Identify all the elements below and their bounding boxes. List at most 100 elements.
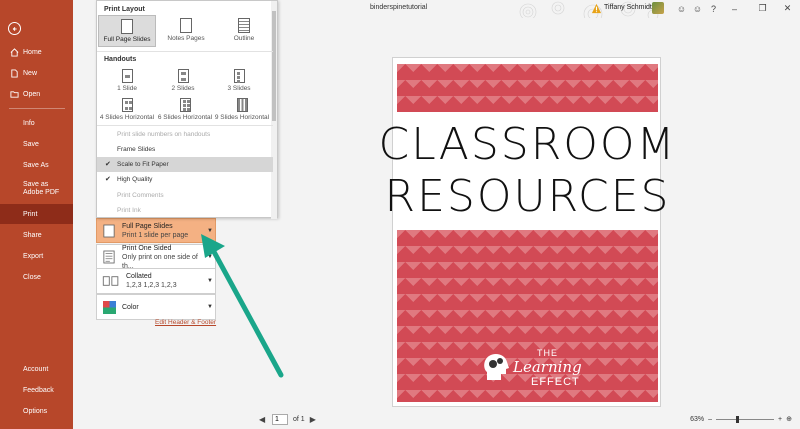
option-label: Print Ink bbox=[117, 207, 141, 214]
handout-option-6-slides-horizontal[interactable]: 6 Slides Horizontal bbox=[155, 98, 215, 121]
sidebar-item-save-as-adobe-pdf[interactable]: Save as Adobe PDF bbox=[0, 176, 73, 202]
sidebar-item-label: Save as Adobe PDF bbox=[23, 181, 60, 196]
document-title: binderspinetutorial bbox=[370, 4, 428, 11]
home-icon bbox=[9, 47, 19, 57]
previous-page-icon[interactable]: ◀ bbox=[259, 415, 267, 424]
checkmark-icon: ✔ bbox=[105, 176, 111, 183]
fit-to-window-icon[interactable]: ⊕ bbox=[786, 415, 792, 423]
sidebar-item-label: Info bbox=[23, 119, 35, 127]
sidebar-item-label: Home bbox=[23, 48, 42, 56]
sidebar-item-label: Feedback bbox=[23, 386, 54, 394]
sidebar-item-label: Open bbox=[23, 90, 41, 98]
sidebar-item-export[interactable]: Export bbox=[0, 246, 73, 266]
option-print-slide-numbers: Print slide numbers on handouts bbox=[97, 127, 273, 142]
handout-option-label: 4 Slides Horizontal bbox=[99, 114, 155, 121]
handout-3-slides-icon bbox=[233, 69, 245, 83]
folder-open-icon bbox=[9, 89, 19, 99]
handout-option-9-slides-horizontal[interactable]: 9 Slides Horizontal bbox=[211, 98, 273, 121]
user-name[interactable]: Tiffany Schmidt bbox=[604, 4, 652, 11]
emoji-icon[interactable]: ☺ bbox=[692, 3, 703, 14]
print-sides-title: Print One Sided bbox=[122, 244, 172, 252]
restore-icon[interactable]: ❐ bbox=[757, 3, 768, 14]
zoom-in-icon[interactable]: + bbox=[778, 416, 782, 423]
cover-title-line2: Resources bbox=[384, 171, 671, 222]
logo-line1: THE bbox=[537, 348, 558, 358]
full-page-slide-icon bbox=[121, 19, 133, 34]
sidebar-item-label: Save bbox=[23, 140, 39, 148]
back-arrow-icon[interactable] bbox=[8, 22, 21, 35]
handouts-heading: Handouts bbox=[104, 56, 137, 63]
sidebar-item-label: New bbox=[23, 69, 38, 77]
handout-6-slides-icon bbox=[179, 98, 191, 112]
handout-2-slides-icon bbox=[177, 69, 189, 83]
head-gears-icon bbox=[484, 354, 509, 380]
sidebar-item-options[interactable]: Options bbox=[0, 401, 73, 421]
outline-page-icon bbox=[238, 18, 250, 33]
handout-option-label: 6 Slides Horizontal bbox=[157, 114, 213, 121]
avatar[interactable] bbox=[652, 2, 664, 14]
print-layout-heading: Print Layout bbox=[104, 6, 145, 13]
print-layout-title: Full Page Slides bbox=[122, 222, 173, 230]
sidebar-item-share[interactable]: Share bbox=[0, 225, 73, 245]
sidebar-item-home[interactable]: Home bbox=[0, 42, 73, 62]
handout-option-3-slides[interactable]: 3 Slides bbox=[211, 69, 267, 92]
sidebar-item-label: Save As bbox=[23, 161, 49, 169]
option-scale-to-fit-paper[interactable]: ✔ Scale to Fit Paper bbox=[97, 157, 273, 172]
smiley-feedback-icon[interactable]: ☺ bbox=[676, 3, 687, 14]
page-total: of 1 bbox=[293, 416, 305, 423]
collation-sub: 1,2,3 1,2,3 1,2,3 bbox=[126, 282, 177, 289]
close-icon[interactable]: ✕ bbox=[782, 3, 793, 14]
print-layout-sub: Print 1 slide per page bbox=[122, 231, 189, 239]
sidebar-item-info[interactable]: Info bbox=[0, 113, 73, 133]
sidebar-item-new[interactable]: New bbox=[0, 63, 73, 83]
backstage-sidebar: Home New Open Info Save Save As Save as … bbox=[0, 0, 73, 429]
layout-option-full-page-slides[interactable]: Full Page Slides bbox=[98, 15, 156, 47]
handout-option-2-slides[interactable]: 2 Slides bbox=[155, 69, 211, 92]
handout-option-1-slide[interactable]: 1 Slide bbox=[99, 69, 155, 92]
color-title: Color bbox=[122, 303, 139, 311]
layout-option-outline[interactable]: Outline bbox=[215, 15, 273, 47]
layout-option-label: Full Page Slides bbox=[103, 36, 151, 43]
next-page-icon[interactable]: ▶ bbox=[310, 415, 318, 424]
zoom-slider[interactable] bbox=[716, 415, 775, 423]
sidebar-item-print[interactable]: Print bbox=[0, 204, 73, 224]
layout-option-notes-pages[interactable]: Notes Pages bbox=[157, 15, 215, 47]
status-bar: ◀ of 1 ▶ 63% – + ⊕ bbox=[240, 411, 800, 429]
handout-option-label: 3 Slides bbox=[227, 85, 251, 92]
option-print-ink: Print Ink bbox=[97, 203, 273, 218]
sidebar-item-label: Options bbox=[23, 407, 48, 415]
option-label: High Quality bbox=[117, 176, 153, 183]
option-frame-slides[interactable]: Frame Slides bbox=[97, 142, 273, 157]
print-layout-dropdown[interactable]: Print Layout Full Page Slides Notes Page… bbox=[96, 0, 278, 219]
layout-option-label: Outline bbox=[233, 35, 255, 42]
sidebar-item-save[interactable]: Save bbox=[0, 134, 73, 154]
page-number-input[interactable] bbox=[272, 414, 288, 425]
warning-icon[interactable] bbox=[591, 3, 602, 14]
handout-option-4-slides-horizontal[interactable]: 4 Slides Horizontal bbox=[97, 98, 157, 121]
handout-9-slides-icon bbox=[236, 98, 248, 112]
option-label: Scale to Fit Paper bbox=[117, 161, 169, 168]
cover-title: Classroom Resources bbox=[379, 112, 675, 230]
zoom-out-icon[interactable]: – bbox=[708, 416, 712, 423]
checkmark-icon: ✔ bbox=[105, 161, 111, 168]
sidebar-item-feedback[interactable]: Feedback bbox=[0, 380, 73, 400]
zoom-level: 63% bbox=[690, 415, 705, 423]
zoom-slider-knob[interactable] bbox=[736, 415, 740, 423]
collation-title: Collated bbox=[126, 273, 152, 280]
option-high-quality[interactable]: ✔ High Quality bbox=[97, 172, 273, 187]
sidebar-item-label: Share bbox=[23, 231, 42, 239]
sidebar-item-open[interactable]: Open bbox=[0, 84, 73, 104]
color-swatch-icon bbox=[101, 298, 117, 316]
layout-option-label: Notes Pages bbox=[167, 35, 205, 42]
sidebar-item-save-as[interactable]: Save As bbox=[0, 155, 73, 175]
new-file-icon bbox=[9, 68, 19, 78]
one-sided-page-icon bbox=[101, 248, 117, 266]
sidebar-item-account[interactable]: Account bbox=[0, 359, 73, 379]
minimize-icon[interactable]: – bbox=[729, 3, 740, 14]
chevron-band-top bbox=[397, 64, 658, 112]
help-icon[interactable]: ? bbox=[708, 3, 719, 14]
sidebar-item-label: Export bbox=[23, 252, 44, 260]
handout-option-label: 1 Slide bbox=[117, 85, 137, 92]
sidebar-item-close[interactable]: Close bbox=[0, 267, 73, 287]
handout-option-label: 9 Slides Horizontal bbox=[214, 114, 270, 121]
